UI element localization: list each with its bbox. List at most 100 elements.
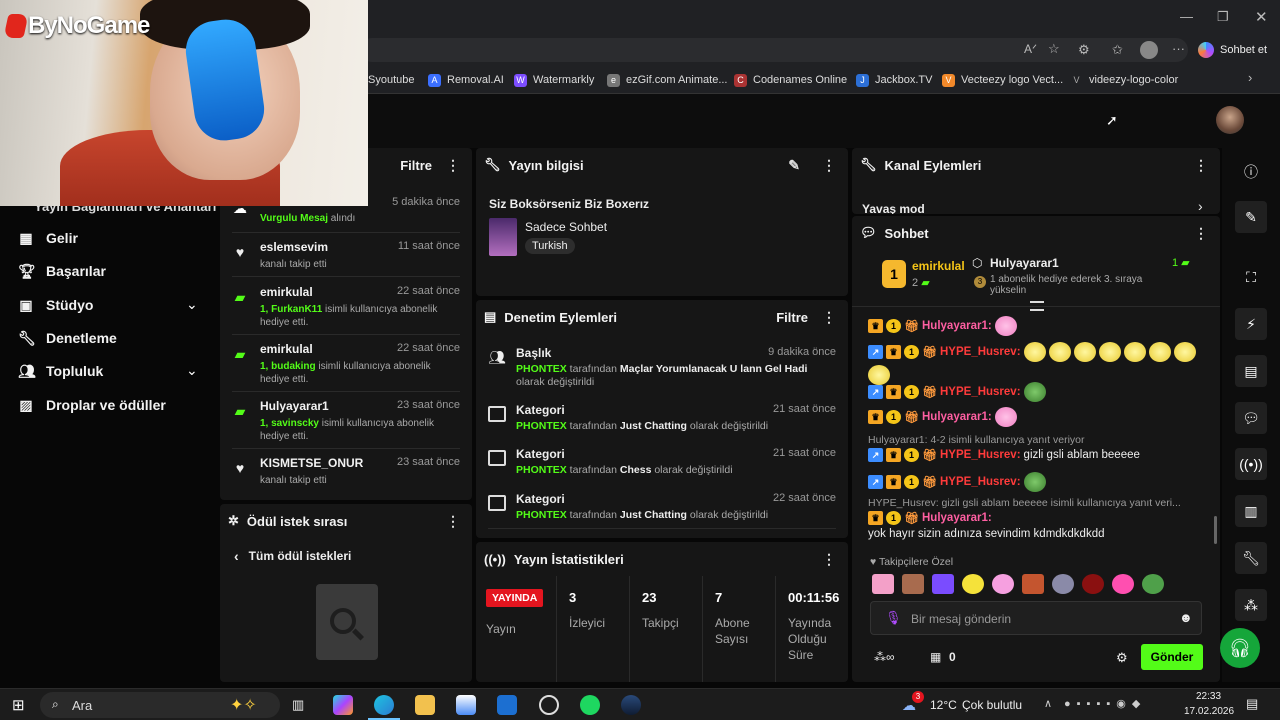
task-view-icon[interactable]: ▥ [292, 697, 304, 713]
extensions-icon[interactable]: ⚙ [1078, 42, 1090, 58]
emote-icon[interactable] [992, 574, 1014, 594]
favorite-star-icon[interactable]: ☆ [1048, 41, 1060, 57]
emote-icon[interactable] [1082, 574, 1104, 594]
wrench-icon[interactable]: 🔧︎ [1235, 542, 1267, 574]
kebab-menu-icon[interactable]: ⋮ [818, 551, 840, 568]
chat-scrollbar[interactable] [1214, 516, 1217, 544]
chat-username[interactable]: Hulyayarar1: [922, 512, 992, 524]
broadcast-icon[interactable]: ((•)) [1235, 448, 1267, 480]
emote-icon[interactable] [902, 574, 924, 594]
sidebar-item-revenue[interactable]: ▦ Gelir [18, 226, 78, 250]
lightning-icon[interactable]: ⚡︎ [1235, 308, 1267, 340]
emote-icon[interactable] [1022, 574, 1044, 594]
sidebar-item-drops[interactable]: ▨ Droplar ve ödüller [18, 393, 165, 417]
settings-gear-icon[interactable]: ⚙ [1116, 650, 1128, 666]
chat-username[interactable]: Hulyayarar1: [922, 320, 992, 332]
chevron-down-icon[interactable]: ⌄ [186, 296, 198, 313]
edge-browser-icon[interactable] [374, 695, 394, 715]
kebab-menu-icon[interactable]: ⋮ [818, 157, 840, 174]
leader-name[interactable]: emirkulal [912, 259, 965, 273]
language-tag[interactable]: Turkish [525, 238, 575, 254]
filter-button[interactable]: Filtre [400, 158, 432, 173]
chat-username[interactable]: HYPE_Husrev: [940, 476, 1021, 488]
chat-username[interactable]: HYPE_Husrev: [940, 386, 1021, 398]
kick-points-icon[interactable]: ⁂∞ [874, 650, 895, 664]
send-button[interactable]: Gönder [1141, 644, 1203, 670]
bookmark-item[interactable]: W Watermarkly [514, 71, 594, 89]
file-explorer-icon[interactable] [415, 695, 435, 715]
bookmark-item[interactable]: e ezGif.com Animate... [607, 71, 727, 89]
notification-icon[interactable]: ▤ [1246, 696, 1258, 712]
slow-mode-item[interactable]: Yavaş mod [862, 202, 925, 214]
bookmark-item[interactable]: Vvideezy-logo-color [1070, 71, 1178, 89]
chat-bubble-icon[interactable]: 💬︎ [1235, 402, 1267, 434]
profile-icon[interactable] [1140, 41, 1158, 59]
chevron-right-icon[interactable]: › [1198, 198, 1203, 214]
outlook-icon[interactable] [497, 695, 517, 715]
read-aloud-icon[interactable]: Aᐟ [1024, 42, 1037, 56]
kebab-menu-icon[interactable]: ⋮ [442, 157, 464, 174]
emote-icon[interactable] [962, 574, 984, 594]
tray-icons[interactable]: ●▪▪▪▪◉◆ [1064, 697, 1146, 710]
kebab-menu-icon[interactable]: ⋮ [1190, 157, 1212, 174]
category-name[interactable]: Sadece Sohbet [525, 220, 607, 234]
favorites-icon[interactable]: ✩ [1112, 42, 1123, 58]
info-icon[interactable]: ⓘ [1235, 156, 1267, 188]
bookmark-item[interactable]: V Vecteezy logo Vect... [942, 71, 1063, 89]
chat-username[interactable]: HYPE_Husrev: [940, 346, 1021, 358]
bookmark-item[interactable]: A Removal.AI [428, 71, 504, 89]
more-icon[interactable]: ··· [1172, 41, 1185, 56]
steam-icon[interactable] [621, 695, 641, 715]
weather-temp[interactable]: 12°C [930, 698, 957, 712]
kebab-menu-icon[interactable]: ⋮ [442, 513, 464, 530]
windows-start-icon[interactable]: ⊞ [12, 696, 25, 714]
gifter-name[interactable]: Hulyayarar1 [990, 256, 1059, 270]
chat-username[interactable]: HYPE_Husrev: [940, 449, 1021, 461]
clock-time[interactable]: 22:33 [1196, 691, 1221, 702]
bookmark-item[interactable]: Syoutube [368, 71, 414, 89]
maximize-icon[interactable]: ❐ [1217, 9, 1229, 25]
bookmark-item[interactable]: C Codenames Online [734, 71, 847, 89]
layout-icon[interactable]: ▥ [1235, 495, 1267, 527]
spotify-icon[interactable] [580, 695, 600, 715]
store-icon[interactable]: ▦ [930, 650, 941, 664]
chat-input[interactable]: 🎙︎ Bir mesaj gönderin ☻ [870, 601, 1202, 635]
chevron-down-icon[interactable]: ⌄ [186, 362, 198, 379]
sidebar-item-moderation[interactable]: 🔧︎ Denetleme [18, 326, 117, 350]
minimize-icon[interactable]: — [1180, 9, 1193, 24]
emote-icon[interactable] [932, 574, 954, 594]
chevron-right-icon[interactable]: › [1248, 70, 1252, 85]
obs-icon[interactable] [539, 695, 559, 715]
emote-icon[interactable] [1142, 574, 1164, 594]
sidebar-item-studio[interactable]: ▣ Stüdyo [18, 293, 93, 317]
all-rewards-link[interactable]: ‹ Tüm ödül istekleri [234, 548, 351, 564]
bookmark-item[interactable]: J Jackbox.TV [856, 71, 932, 89]
taskbar-search[interactable]: ⌕ Ara ✦✧ [40, 692, 280, 718]
edit-pencil-icon[interactable]: ✎ [784, 157, 804, 174]
filter-button[interactable]: Filtre [776, 310, 808, 325]
edit-pencil-icon[interactable]: ✎ [1235, 201, 1267, 233]
emote-icon[interactable] [1052, 574, 1074, 594]
weather-desc[interactable]: Çok bulutlu [962, 698, 1022, 712]
sidebar-item-achievements[interactable]: 🏆︎ Başarılar [18, 259, 106, 283]
community-icon[interactable]: ⁂ [1235, 589, 1267, 621]
sidebar-item-community[interactable]: 👥︎ Topluluk [18, 359, 103, 383]
emote-icon[interactable] [872, 574, 894, 594]
chat-username[interactable]: Hulyayarar1: [922, 411, 992, 423]
clock-date[interactable]: 17.02.2026 [1184, 706, 1234, 717]
avatar[interactable] [1216, 106, 1244, 134]
support-headset-icon[interactable]: 🎧︎ [1220, 628, 1260, 668]
copilot-app-icon[interactable] [333, 695, 353, 715]
microphone-icon[interactable]: 🎙︎ [885, 610, 902, 626]
copilot-button[interactable]: Sohbet et [1198, 40, 1267, 60]
kebab-menu-icon[interactable]: ⋮ [1190, 225, 1212, 242]
expand-icon[interactable]: ⛶ [1235, 261, 1267, 293]
document-icon[interactable]: ▤ [1235, 355, 1267, 387]
emote-icon[interactable] [1112, 574, 1134, 594]
address-bar[interactable]: Aᐟ ☆ [360, 38, 1188, 62]
tray-chevron-icon[interactable]: ∧ [1044, 697, 1052, 710]
emoji-icon[interactable]: ☻ [1179, 610, 1193, 625]
store-icon[interactable] [456, 695, 476, 715]
kebab-menu-icon[interactable]: ⋮ [818, 309, 840, 326]
close-icon[interactable]: ✕ [1255, 8, 1268, 26]
